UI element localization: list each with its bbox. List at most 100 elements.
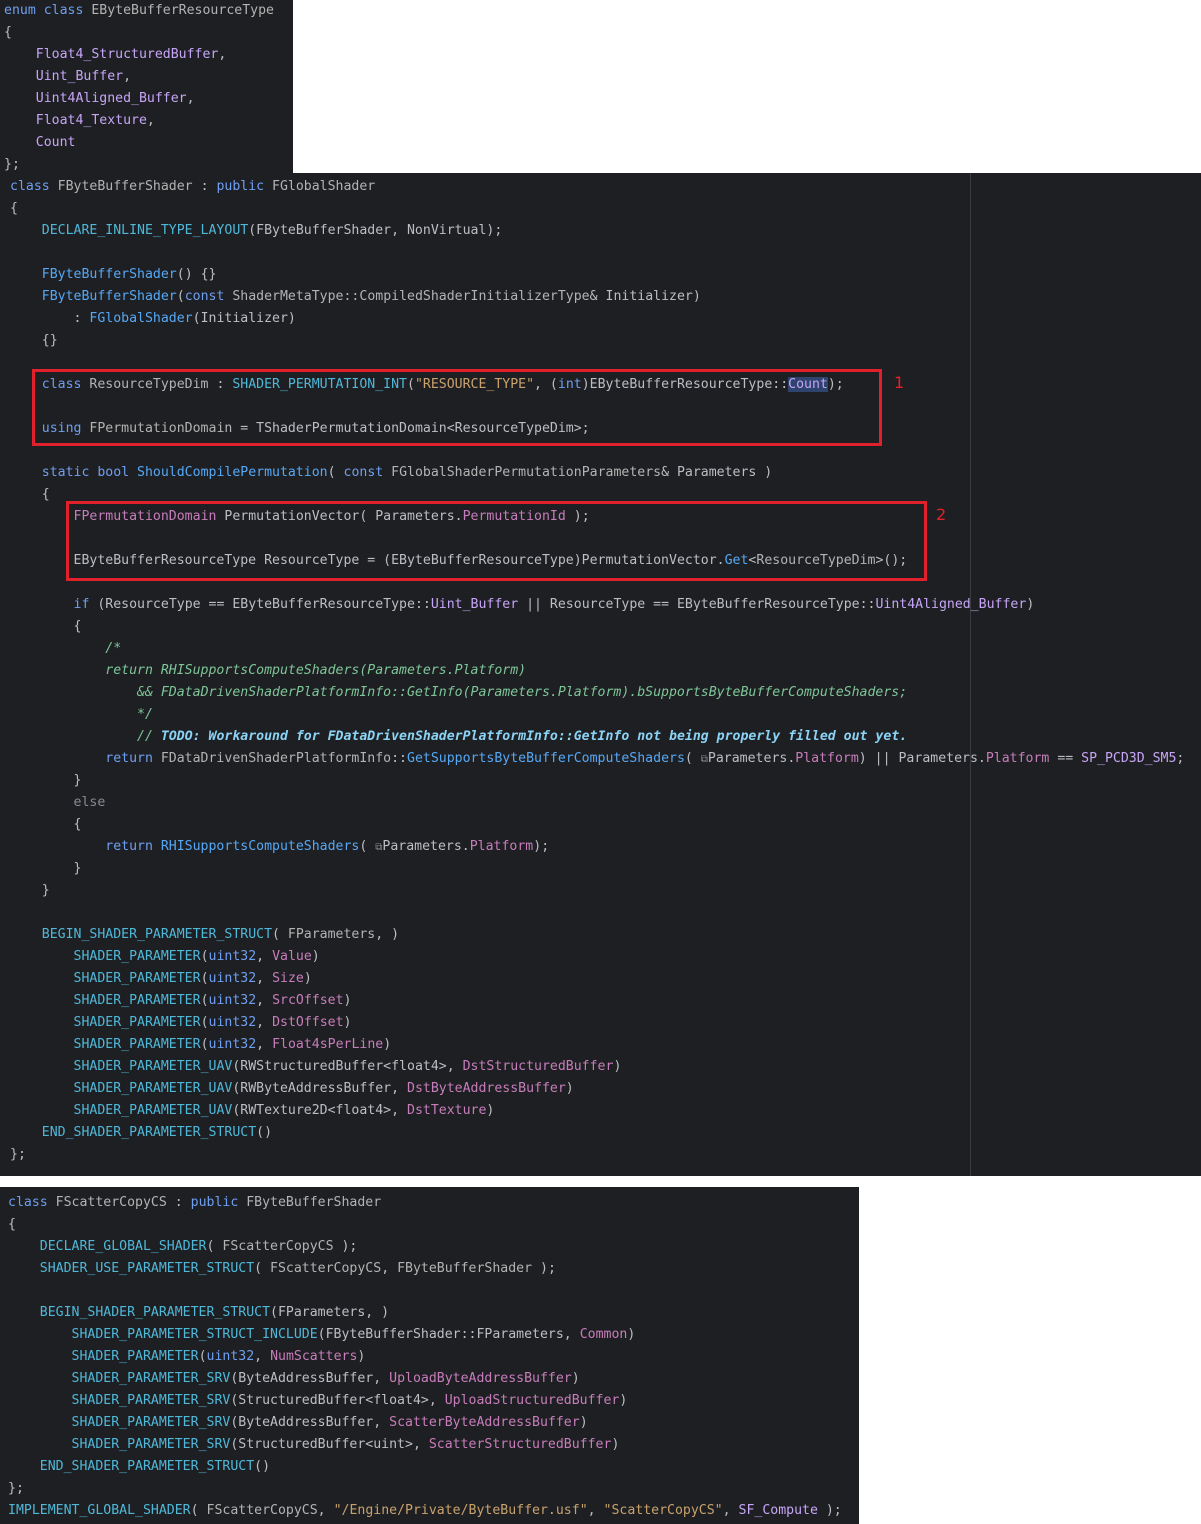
code-line[interactable]: SHADER_PARAMETER(uint32, SrcOffset) bbox=[10, 990, 352, 1012]
code-line[interactable]: SHADER_PARAMETER_SRV(ByteAddressBuffer, … bbox=[8, 1368, 580, 1390]
code-line[interactable]: */ bbox=[10, 704, 153, 726]
code-token: Float4_Texture bbox=[35, 113, 147, 128]
code-line[interactable]: enum class EByteBufferResourceType bbox=[4, 0, 274, 22]
code-line[interactable]: SHADER_USE_PARAMETER_STRUCT( FScatterCop… bbox=[8, 1258, 556, 1280]
code-line[interactable]: { bbox=[10, 484, 50, 506]
code-line[interactable]: SHADER_PARAMETER(uint32, DstOffset) bbox=[10, 1012, 352, 1034]
code-line[interactable]: }; bbox=[4, 154, 20, 173]
code-line[interactable]: else bbox=[10, 792, 106, 814]
code-token: "RESOURCE_TYPE" bbox=[414, 377, 535, 392]
code-line[interactable]: SHADER_PARAMETER(uint32, Size) bbox=[10, 968, 312, 990]
code-line[interactable]: IMPLEMENT_GLOBAL_SHADER( FScatterCopyCS,… bbox=[8, 1500, 842, 1522]
code-line[interactable]: if (ResourceType == EByteBufferResourceT… bbox=[10, 594, 1035, 616]
code-token: const bbox=[343, 465, 392, 480]
code-token: ) bbox=[383, 1037, 392, 1052]
code-token: BEGIN_SHADER_PARAMETER_STRUCT bbox=[39, 1305, 271, 1320]
code-token: // bbox=[137, 729, 161, 744]
code-line[interactable]: class FByteBufferShader : public FGlobal… bbox=[10, 176, 375, 198]
code-token: ScatterByteAddressBuffer bbox=[389, 1415, 580, 1430]
code-line[interactable]: END_SHADER_PARAMETER_STRUCT() bbox=[10, 1122, 272, 1144]
code-line[interactable]: class ResourceTypeDim : SHADER_PERMUTATI… bbox=[10, 374, 844, 396]
code-line[interactable]: return RHISupportsComputeShaders(Paramet… bbox=[10, 660, 526, 682]
code-token: */ bbox=[137, 707, 153, 722]
code-line[interactable]: class FScatterCopyCS : public FByteBuffe… bbox=[8, 1192, 381, 1214]
code-line[interactable]: FByteBufferShader() {} bbox=[10, 264, 217, 286]
code-line[interactable]: {} bbox=[10, 330, 58, 352]
code-line[interactable]: END_SHADER_PARAMETER_STRUCT() bbox=[8, 1456, 270, 1478]
code-line[interactable]: SHADER_PARAMETER_UAV(RWTexture2D<float4>… bbox=[10, 1100, 495, 1122]
code-line[interactable]: Uint4Aligned_Buffer, bbox=[4, 88, 195, 110]
code-token: (FByteBufferShader::FParameters, bbox=[317, 1327, 580, 1342]
code-token: ( bbox=[200, 971, 209, 986]
code-token: Size bbox=[272, 971, 304, 986]
code-line[interactable]: FPermutationDomain PermutationVector( Pa… bbox=[10, 506, 590, 528]
code-line[interactable]: } bbox=[10, 770, 82, 792]
code-line[interactable]: DECLARE_GLOBAL_SHADER( FScatterCopyCS ); bbox=[8, 1236, 358, 1258]
code-token: ) || Parameters. bbox=[858, 751, 986, 766]
code-token: Parameters. bbox=[382, 839, 470, 854]
code-token: uint32 bbox=[206, 1349, 255, 1364]
code-token: const bbox=[184, 289, 233, 304]
code-line[interactable]: SHADER_PARAMETER_STRUCT_INCLUDE(FByteBuf… bbox=[8, 1324, 636, 1346]
code-line[interactable]: Uint_Buffer, bbox=[4, 66, 131, 88]
code-line[interactable]: } bbox=[10, 858, 82, 880]
code-token: ScatterStructuredBuffer bbox=[428, 1437, 612, 1452]
code-line[interactable]: /* bbox=[10, 638, 121, 660]
code-line[interactable]: return RHISupportsComputeShaders( ⧉Param… bbox=[10, 836, 549, 858]
code-line[interactable]: SHADER_PARAMETER_SRV(StructuredBuffer<fl… bbox=[8, 1390, 628, 1412]
code-line[interactable]: // TODO: Workaround for FDataDrivenShade… bbox=[10, 726, 907, 748]
code-token: FScatterCopyCS bbox=[222, 1239, 334, 1254]
code-line[interactable]: Count bbox=[4, 132, 76, 154]
code-token: FGlobalShaderPermutationParameters bbox=[391, 465, 662, 480]
code-token: { bbox=[10, 201, 18, 216]
code-line[interactable]: return FDataDrivenShaderPlatformInfo::Ge… bbox=[10, 748, 1184, 770]
code-token: Common bbox=[579, 1327, 628, 1342]
code-token: ) bbox=[565, 1081, 574, 1096]
code-token: SHADER_PARAMETER_SRV bbox=[71, 1371, 231, 1386]
code-line[interactable]: SHADER_PARAMETER(uint32, Value) bbox=[10, 946, 320, 968]
code-token: ( bbox=[272, 927, 288, 942]
code-token: ( bbox=[200, 949, 209, 964]
code-token: , bbox=[123, 69, 132, 84]
code-line[interactable]: }; bbox=[10, 1144, 26, 1166]
code-token: () bbox=[254, 1459, 271, 1474]
code-line[interactable]: BEGIN_SHADER_PARAMETER_STRUCT( FParamete… bbox=[10, 924, 399, 946]
code-line[interactable]: BEGIN_SHADER_PARAMETER_STRUCT(FParameter… bbox=[8, 1302, 389, 1324]
code-token: static bool bbox=[41, 465, 138, 480]
code-line[interactable]: SHADER_PARAMETER_UAV(RWByteAddressBuffer… bbox=[10, 1078, 574, 1100]
code-line[interactable]: { bbox=[4, 22, 12, 44]
code-line[interactable]: SHADER_PARAMETER(uint32, NumScatters) bbox=[8, 1346, 366, 1368]
code-token: TODO: Workaround for FDataDrivenShaderPl… bbox=[160, 729, 908, 744]
code-line[interactable]: { bbox=[10, 616, 82, 638]
code-line[interactable]: SHADER_PARAMETER(uint32, Float4sPerLine) bbox=[10, 1034, 392, 1056]
code-line[interactable]: : FGlobalShader(Initializer) bbox=[10, 308, 296, 330]
code-line[interactable]: SHADER_PARAMETER_UAV(RWStructuredBuffer<… bbox=[10, 1056, 622, 1078]
code-line[interactable]: static bool ShouldCompilePermutation( co… bbox=[10, 462, 772, 484]
code-line[interactable]: SHADER_PARAMETER_SRV(StructuredBuffer<ui… bbox=[8, 1434, 620, 1456]
code-line[interactable]: EByteBufferResourceType ResourceType = (… bbox=[10, 550, 908, 572]
code-token: DstOffset bbox=[272, 1015, 344, 1030]
code-line[interactable]: Float4_StructuredBuffer, bbox=[4, 44, 227, 66]
code-line[interactable]: { bbox=[8, 1214, 16, 1236]
code-line[interactable]: FByteBufferShader(const ShaderMetaType::… bbox=[10, 286, 701, 308]
code-line[interactable]: SHADER_PARAMETER_SRV(ByteAddressBuffer, … bbox=[8, 1412, 588, 1434]
code-token: /* bbox=[105, 641, 122, 656]
code-token: Uint4Aligned_Buffer bbox=[875, 597, 1027, 612]
code-line[interactable]: { bbox=[10, 814, 82, 836]
code-line[interactable]: }; bbox=[8, 1478, 24, 1500]
code-token: SHADER_PARAMETER bbox=[73, 971, 201, 986]
code-line[interactable]: { bbox=[10, 198, 18, 220]
code-line[interactable]: } bbox=[10, 880, 50, 902]
code-line[interactable]: using FPermutationDomain = TShaderPermut… bbox=[10, 418, 590, 440]
code-line[interactable]: DECLARE_INLINE_TYPE_LAYOUT(FByteBufferSh… bbox=[10, 220, 503, 242]
code-line[interactable]: && FDataDrivenShaderPlatformInfo::GetInf… bbox=[10, 682, 907, 704]
code-line[interactable]: Float4_Texture, bbox=[4, 110, 155, 132]
